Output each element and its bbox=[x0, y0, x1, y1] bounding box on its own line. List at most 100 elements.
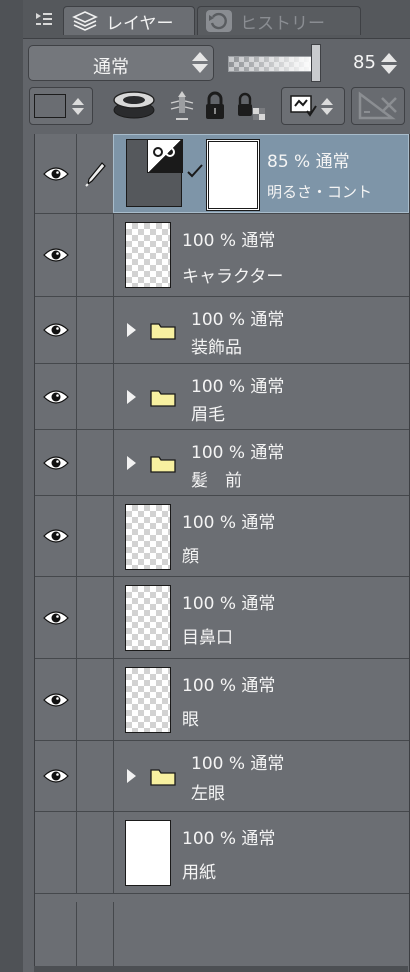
visibility-toggle[interactable] bbox=[35, 496, 77, 576]
visibility-toggle[interactable] bbox=[35, 430, 77, 495]
layer-mask-button[interactable] bbox=[281, 87, 345, 125]
layer-content[interactable]: 100 % 通常 用紙 bbox=[113, 812, 409, 893]
edit-target-indicator[interactable] bbox=[76, 659, 114, 740]
opacity-slider-handle[interactable] bbox=[311, 44, 321, 82]
layer-opacity-mode: 100 % 通常 bbox=[191, 310, 285, 330]
layer-row[interactable]: 100 % 通常 眼 bbox=[35, 659, 409, 741]
edit-target-indicator[interactable] bbox=[76, 812, 114, 893]
layer-opacity-mode: 100 % 通常 bbox=[191, 443, 285, 463]
visibility-toggle[interactable] bbox=[35, 364, 77, 429]
edit-target-indicator[interactable] bbox=[76, 577, 114, 658]
eye-icon bbox=[42, 166, 69, 181]
edit-target-indicator[interactable] bbox=[76, 496, 114, 576]
pen-icon bbox=[84, 161, 106, 187]
edit-target-indicator[interactable] bbox=[76, 364, 114, 429]
layer-name: 眉毛 bbox=[191, 405, 225, 425]
folder-expand-arrow-icon[interactable] bbox=[127, 456, 136, 470]
visibility-toggle[interactable] bbox=[35, 214, 77, 296]
layer-name: 髪 前 bbox=[191, 471, 242, 491]
layer-name: 装飾品 bbox=[191, 338, 242, 358]
layer-row[interactable]: 100 % 通常 眉毛 bbox=[35, 364, 409, 430]
left-dock-strip bbox=[0, 0, 24, 972]
folder-expand-arrow-icon[interactable] bbox=[127, 769, 136, 783]
palette-color-button[interactable] bbox=[29, 87, 93, 125]
layer-thumbnail bbox=[125, 585, 171, 651]
layer-content[interactable]: 100 % 通常 左眼 bbox=[113, 741, 409, 811]
layer-content[interactable]: 100 % 通常 眉毛 bbox=[113, 364, 409, 429]
layer-content[interactable]: 100 % 通常 髪 前 bbox=[113, 430, 409, 495]
visibility-toggle[interactable] bbox=[35, 741, 77, 811]
layer-opacity-mode: 85 % 通常 bbox=[267, 152, 350, 172]
ruler-delete-icon[interactable] bbox=[351, 87, 405, 125]
folder-expand-arrow-icon[interactable] bbox=[127, 390, 136, 404]
eye-icon bbox=[42, 529, 69, 543]
layer-row[interactable]: 100 % 通常 髪 前 bbox=[35, 430, 409, 496]
tab-bar: レイヤー ヒストリー bbox=[23, 0, 410, 39]
folder-icon bbox=[150, 769, 176, 786]
layer-content[interactable]: 100 % 通常 キャラクター bbox=[113, 214, 409, 296]
edit-target-indicator[interactable] bbox=[76, 430, 114, 495]
layer-opacity-mode: 100 % 通常 bbox=[182, 231, 276, 251]
layer-content[interactable]: 100 % 通常 顔 bbox=[113, 496, 409, 576]
palette-color-chevron-icon bbox=[72, 97, 88, 115]
lock-transparent-icon[interactable] bbox=[233, 87, 271, 125]
layer-list-empty-area[interactable] bbox=[35, 902, 409, 972]
edit-target-indicator[interactable] bbox=[76, 214, 114, 296]
folder-icon bbox=[150, 390, 176, 407]
layer-thumbnail bbox=[125, 504, 171, 570]
layer-content[interactable]: 100 % 通常 目鼻口 bbox=[113, 577, 409, 658]
reference-layer-icon[interactable] bbox=[165, 87, 199, 125]
eye-icon bbox=[42, 323, 69, 337]
opacity-slider[interactable] bbox=[228, 56, 316, 72]
folder-icon bbox=[150, 456, 176, 473]
visibility-toggle[interactable] bbox=[35, 577, 77, 658]
layer-name: 用紙 bbox=[182, 863, 216, 883]
clip-mask-icon[interactable] bbox=[109, 87, 159, 125]
lock-icon[interactable] bbox=[199, 87, 231, 125]
layer-opacity-mode: 100 % 通常 bbox=[191, 377, 285, 397]
eye-icon bbox=[42, 692, 69, 707]
layer-panel: レイヤー ヒストリー 通常 85 85 % 通常 明るさ・コント 100 % 通… bbox=[23, 0, 410, 972]
panel-menu-icon[interactable] bbox=[27, 6, 61, 32]
eye-icon bbox=[42, 610, 69, 625]
layer-row[interactable]: 85 % 通常 明るさ・コント bbox=[35, 134, 409, 214]
folder-icon bbox=[150, 323, 176, 340]
layer-content[interactable]: 100 % 通常 装飾品 bbox=[113, 297, 409, 363]
layer-row[interactable]: 100 % 通常 用紙 bbox=[35, 812, 409, 894]
tab-layers[interactable]: レイヤー bbox=[63, 6, 195, 35]
layer-mask-icon bbox=[290, 95, 317, 117]
layer-content[interactable]: 85 % 通常 明るさ・コント bbox=[113, 134, 409, 213]
layer-row[interactable]: 100 % 通常 顔 bbox=[35, 496, 409, 577]
blend-mode-value: 通常 bbox=[93, 57, 129, 78]
edit-target-indicator[interactable] bbox=[76, 297, 114, 363]
eye-icon bbox=[42, 455, 69, 470]
visibility-toggle[interactable] bbox=[35, 134, 77, 213]
edit-target-indicator[interactable] bbox=[76, 134, 114, 213]
layer-row[interactable]: 100 % 通常 目鼻口 bbox=[35, 577, 409, 659]
layer-row[interactable]: 100 % 通常 左眼 bbox=[35, 741, 409, 812]
history-icon bbox=[204, 8, 234, 34]
eye-icon bbox=[42, 389, 69, 404]
layer-name: 左眼 bbox=[191, 784, 225, 804]
tab-layers-label: レイヤー bbox=[106, 13, 174, 34]
layer-thumbnail bbox=[125, 222, 171, 288]
layer-content[interactable]: 100 % 通常 眼 bbox=[113, 659, 409, 740]
folder-expand-arrow-icon[interactable] bbox=[127, 323, 136, 337]
layer-name: 眼 bbox=[182, 710, 199, 730]
tab-history-label: ヒストリー bbox=[240, 13, 325, 34]
layer-name: 顔 bbox=[182, 547, 199, 567]
layer-opacity-mode: 100 % 通常 bbox=[182, 513, 276, 533]
paper-thumbnail bbox=[125, 820, 171, 886]
layer-opacity-mode: 100 % 通常 bbox=[191, 754, 285, 774]
opacity-stepper[interactable] bbox=[381, 53, 397, 74]
tab-history[interactable]: ヒストリー bbox=[197, 6, 361, 35]
mask-link-check-icon bbox=[187, 164, 203, 178]
visibility-toggle[interactable] bbox=[35, 297, 77, 363]
layer-row[interactable]: 100 % 通常 装飾品 bbox=[35, 297, 409, 364]
visibility-toggle[interactable] bbox=[35, 812, 77, 893]
eye-icon bbox=[42, 769, 69, 783]
layer-row[interactable]: 100 % 通常 キャラクター bbox=[35, 214, 409, 297]
edit-target-indicator[interactable] bbox=[76, 741, 114, 811]
blend-mode-select[interactable]: 通常 bbox=[28, 45, 214, 81]
visibility-toggle[interactable] bbox=[35, 659, 77, 740]
